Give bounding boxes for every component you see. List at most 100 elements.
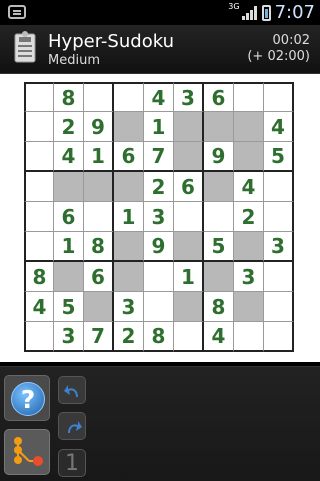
- sudoku-cell[interactable]: [144, 292, 174, 322]
- sudoku-cell[interactable]: [174, 322, 204, 352]
- sudoku-cell[interactable]: 3: [264, 232, 294, 262]
- sudoku-cell[interactable]: 9: [84, 112, 114, 142]
- signal-icon: [241, 5, 258, 20]
- sudoku-cell[interactable]: [174, 202, 204, 232]
- sudoku-cell[interactable]: [264, 292, 294, 322]
- sudoku-cell[interactable]: 1: [114, 202, 144, 232]
- timer: 00:02 (+ 02:00): [247, 33, 310, 65]
- sudoku-cell[interactable]: 5: [54, 292, 84, 322]
- sudoku-cell[interactable]: 8: [204, 292, 234, 322]
- sudoku-cell[interactable]: 5: [204, 232, 234, 262]
- sudoku-cell[interactable]: 4: [264, 112, 294, 142]
- undo-icon: [64, 385, 78, 397]
- sudoku-cell[interactable]: 1: [84, 142, 114, 172]
- sudoku-cell[interactable]: 5: [264, 142, 294, 172]
- sudoku-cell[interactable]: [234, 82, 264, 112]
- sudoku-cell[interactable]: [174, 142, 204, 172]
- sudoku-cell[interactable]: [174, 112, 204, 142]
- sudoku-cell[interactable]: 8: [24, 262, 54, 292]
- sudoku-cell[interactable]: [234, 322, 264, 352]
- sudoku-cell[interactable]: [204, 262, 234, 292]
- sudoku-cell[interactable]: [144, 262, 174, 292]
- tree-icon: [14, 437, 43, 466]
- sudoku-cell[interactable]: [24, 82, 54, 112]
- sudoku-cell[interactable]: [174, 232, 204, 262]
- sudoku-cell[interactable]: 7: [144, 142, 174, 172]
- sudoku-cell[interactable]: 4: [54, 142, 84, 172]
- sudoku-cell[interactable]: [84, 202, 114, 232]
- sudoku-cell[interactable]: 6: [114, 142, 144, 172]
- sudoku-cell[interactable]: 6: [204, 82, 234, 112]
- status-bar: 3G 7:07: [0, 0, 320, 25]
- sudoku-cell[interactable]: [264, 262, 294, 292]
- sudoku-cell[interactable]: [234, 292, 264, 322]
- sudoku-cell[interactable]: [264, 322, 294, 352]
- sudoku-cell[interactable]: [234, 112, 264, 142]
- clock: 7:07: [274, 2, 315, 23]
- sudoku-cell[interactable]: 8: [54, 82, 84, 112]
- sudoku-cell[interactable]: 6: [174, 172, 204, 202]
- sudoku-cell[interactable]: 3: [234, 262, 264, 292]
- help-button[interactable]: ?: [4, 375, 50, 421]
- sudoku-cell[interactable]: 4: [234, 172, 264, 202]
- sudoku-cell[interactable]: 3: [144, 202, 174, 232]
- battery-icon: [261, 4, 271, 21]
- sudoku-cell[interactable]: [114, 172, 144, 202]
- sudoku-cell[interactable]: [24, 112, 54, 142]
- bottom-toolbar: ? 1: [0, 366, 320, 481]
- sudoku-cell[interactable]: [24, 232, 54, 262]
- sudoku-cell[interactable]: 8: [84, 232, 114, 262]
- sudoku-cell[interactable]: 1: [54, 232, 84, 262]
- sudoku-cell[interactable]: [24, 322, 54, 352]
- sudoku-cell[interactable]: [24, 172, 54, 202]
- sudoku-cell[interactable]: [114, 262, 144, 292]
- sudoku-cell[interactable]: [84, 292, 114, 322]
- sudoku-cell[interactable]: 6: [54, 202, 84, 232]
- sudoku-cell[interactable]: 2: [114, 322, 144, 352]
- sudoku-cell[interactable]: [114, 232, 144, 262]
- sudoku-cell[interactable]: [84, 82, 114, 112]
- sudoku-cell[interactable]: 9: [144, 232, 174, 262]
- sudoku-cell[interactable]: [204, 172, 234, 202]
- sudoku-board-area: 843629144167952646132189538613453837284: [0, 74, 320, 362]
- sudoku-cell[interactable]: [114, 112, 144, 142]
- sudoku-cell[interactable]: 4: [24, 292, 54, 322]
- app-icon: [14, 31, 36, 63]
- redo-button[interactable]: [58, 412, 86, 440]
- branch-tree-button[interactable]: [4, 429, 50, 475]
- sudoku-cell[interactable]: 3: [114, 292, 144, 322]
- sudoku-cell[interactable]: [204, 202, 234, 232]
- sudoku-cell[interactable]: 7: [84, 322, 114, 352]
- sudoku-cell[interactable]: [234, 142, 264, 172]
- sudoku-cell[interactable]: 2: [144, 172, 174, 202]
- undo-button[interactable]: [58, 376, 86, 404]
- sudoku-cell[interactable]: 4: [144, 82, 174, 112]
- time-penalty: (+ 02:00): [247, 49, 310, 64]
- sudoku-cell[interactable]: [234, 232, 264, 262]
- sudoku-cell[interactable]: 1: [174, 262, 204, 292]
- sudoku-cell[interactable]: 4: [204, 322, 234, 352]
- sudoku-cell[interactable]: 9: [204, 142, 234, 172]
- sudoku-cell[interactable]: 8: [144, 322, 174, 352]
- number-one-button[interactable]: 1: [58, 449, 86, 477]
- status-icons: 3G 7:07: [228, 2, 315, 23]
- sudoku-cell[interactable]: 3: [54, 322, 84, 352]
- sudoku-cell[interactable]: [24, 142, 54, 172]
- sudoku-board[interactable]: 843629144167952646132189538613453837284: [24, 82, 294, 352]
- sudoku-cell[interactable]: [24, 202, 54, 232]
- sudoku-cell[interactable]: 2: [234, 202, 264, 232]
- sudoku-cell[interactable]: [264, 82, 294, 112]
- sudoku-cell[interactable]: [264, 202, 294, 232]
- sudoku-cell[interactable]: 6: [84, 262, 114, 292]
- sudoku-cell[interactable]: [204, 112, 234, 142]
- sudoku-cell[interactable]: [174, 292, 204, 322]
- sudoku-cell[interactable]: [54, 172, 84, 202]
- sudoku-cell[interactable]: [84, 172, 114, 202]
- sudoku-cell[interactable]: [54, 262, 84, 292]
- sudoku-cell[interactable]: [264, 172, 294, 202]
- sudoku-cell[interactable]: 1: [144, 112, 174, 142]
- sudoku-cell[interactable]: 3: [174, 82, 204, 112]
- network-type: 3G: [228, 2, 240, 11]
- sudoku-cell[interactable]: 2: [54, 112, 84, 142]
- sudoku-cell[interactable]: [114, 82, 144, 112]
